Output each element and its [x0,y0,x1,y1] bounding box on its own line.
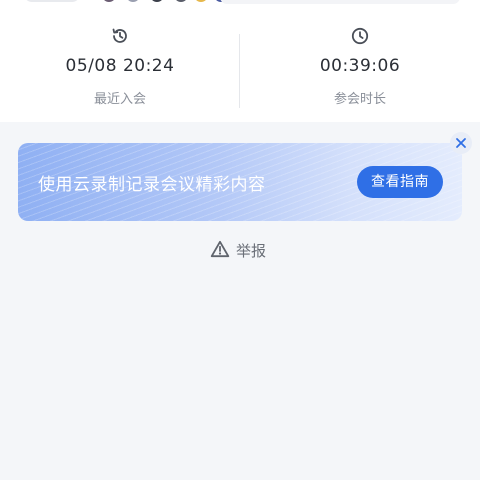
meeting-duration: 00:39:06 [319,56,401,76]
warning-icon [210,240,230,258]
last-join-label: 最近入会 [93,92,146,107]
duration-label: 参会时长 [333,92,386,107]
meeting-info-card: 05/08 20:24 最近入会 00:39:06 参会时长 [0,0,480,122]
duration-stat: 00:39:06 参会时长 [240,0,480,122]
cloud-recording-banner[interactable]: 使用云录制记录会议精彩内容 查看指南 [18,143,462,221]
banner-text: 使用云录制记录会议精彩内容 [38,175,266,195]
last-join-stat: 05/08 20:24 最近入会 [0,0,240,122]
close-icon [456,138,466,148]
close-banner-button[interactable] [450,132,472,154]
history-icon [112,28,127,43]
last-join-time: 05/08 20:24 [65,56,175,76]
view-guide-button[interactable]: 查看指南 [357,166,443,198]
clock-icon [351,27,369,45]
report-label: 举报 [236,242,267,260]
